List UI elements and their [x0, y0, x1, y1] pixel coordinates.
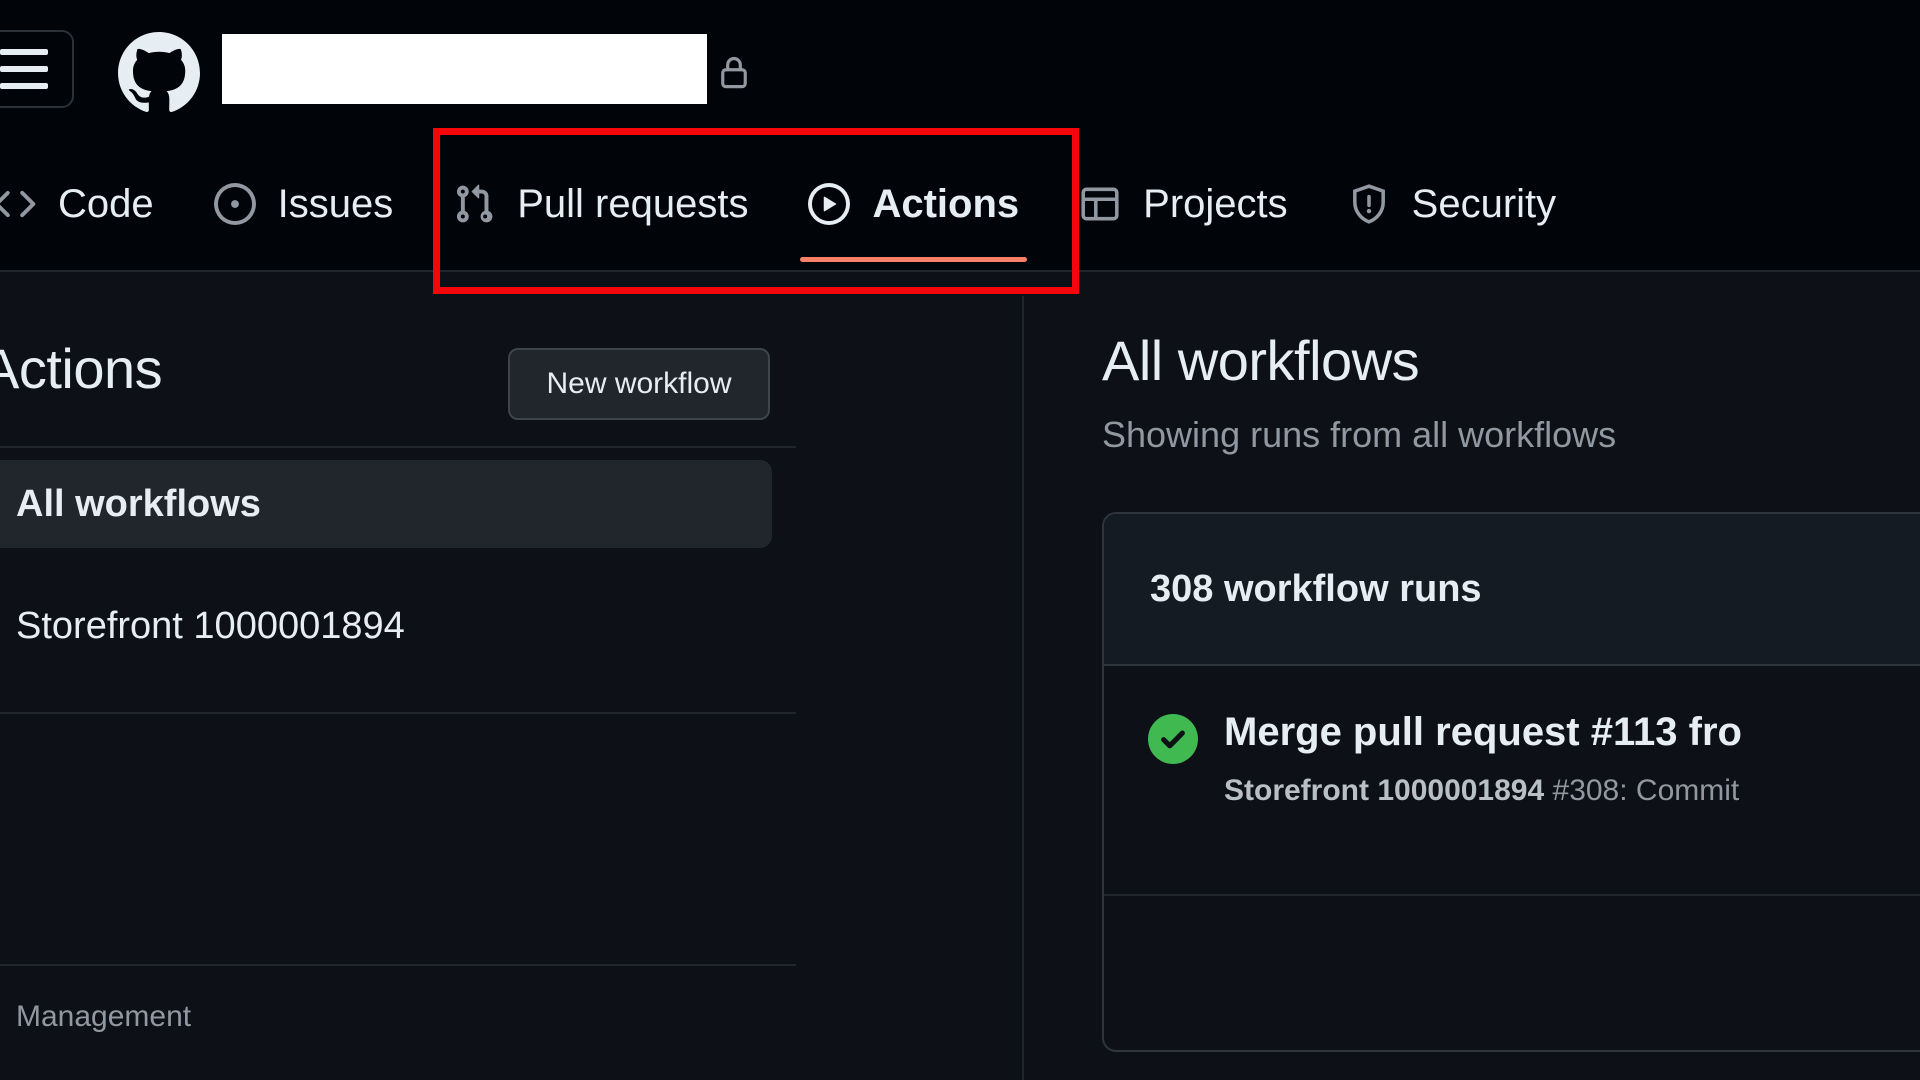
workflow-runs-panel: 308 workflow runs Merge pull request #11…: [1102, 512, 1920, 1052]
page-subtitle: Showing runs from all workflows: [1102, 414, 1617, 455]
workflow-run-body: Merge pull request #113 fro Storefront 1…: [1224, 708, 1742, 808]
tab-underline: [445, 257, 756, 262]
page-title: All workflows: [1102, 329, 1420, 392]
tab-underline: [206, 257, 402, 262]
shield-alert-icon: [1348, 183, 1390, 225]
sidebar-divider: [0, 446, 796, 448]
main-content: All workflows Showing runs from all work…: [1024, 296, 1920, 1080]
tab-underline: [8, 257, 162, 262]
github-actions-page: Code Issues Pull requests Actions Projec…: [0, 0, 1920, 1080]
tab-underline: [800, 257, 1028, 262]
sidebar-title: Actions: [0, 337, 163, 400]
sidebar-divider: [0, 712, 796, 714]
workflow-run-meta: Storefront 1000001894 #308: Commit: [1224, 774, 1742, 808]
github-logo-icon[interactable]: [118, 32, 200, 114]
sidebar-item-all-workflows[interactable]: All workflows: [0, 460, 772, 548]
tab-security[interactable]: Security: [1318, 136, 1587, 270]
tab-label: Pull requests: [517, 182, 749, 226]
hamburger-bar: [0, 66, 48, 72]
sidebar-item-label: Storefront 1000001894: [16, 604, 405, 647]
repository-nav-list: Code Issues Pull requests Actions Projec…: [0, 136, 1587, 270]
lock-icon: [716, 50, 752, 94]
tab-label: Issues: [277, 182, 394, 226]
play-circle-icon: [808, 183, 851, 225]
workflow-run-meta-workflow: Storefront 1000001894: [1224, 774, 1545, 807]
sidebar-item-label: All workflows: [16, 482, 261, 525]
tab-code[interactable]: Code: [0, 136, 184, 270]
sidebar-divider: [0, 964, 796, 966]
global-header: [0, 0, 1920, 136]
workflow-run-meta-rest: #308: Commit: [1544, 774, 1740, 807]
actions-sidebar: Actions New workflow All workflows Store…: [0, 296, 1022, 1080]
tab-actions[interactable]: Actions: [778, 136, 1049, 270]
issue-opened-icon: [213, 183, 256, 225]
workflow-run-divider: [1104, 894, 1920, 896]
tab-pull-requests[interactable]: Pull requests: [423, 136, 778, 270]
workflow-run-title: Merge pull request #113 fro: [1224, 710, 1742, 754]
workflow-run-row[interactable]: Merge pull request #113 fro Storefront 1…: [1104, 666, 1920, 896]
code-icon: [0, 183, 36, 225]
tab-underline: [1071, 257, 1296, 262]
workflow-runs-count: 308 workflow runs: [1150, 567, 1482, 610]
check-circle-icon: [1148, 714, 1198, 764]
tab-projects[interactable]: Projects: [1049, 136, 1318, 270]
git-pull-request-icon: [453, 183, 495, 225]
repo-name-redacted: [222, 34, 707, 104]
tab-label: Projects: [1143, 182, 1288, 226]
hamburger-bar: [0, 83, 48, 89]
tab-label: Code: [58, 182, 154, 226]
workflow-runs-header: 308 workflow runs: [1104, 514, 1920, 666]
repository-nav: Code Issues Pull requests Actions Projec…: [0, 136, 1920, 272]
tab-label: Actions: [872, 182, 1020, 226]
sidebar-header: Actions New workflow: [0, 324, 1022, 434]
sidebar-section-management: Management: [16, 1000, 192, 1033]
hamburger-menu-icon[interactable]: [0, 30, 74, 108]
hamburger-bar: [0, 49, 48, 55]
table-icon: [1079, 183, 1121, 225]
tab-label: Security: [1411, 182, 1557, 226]
tab-issues[interactable]: Issues: [184, 136, 424, 270]
sidebar-item-storefront[interactable]: Storefront 1000001894: [0, 586, 772, 666]
new-workflow-button[interactable]: New workflow: [508, 348, 770, 420]
tab-underline: [1340, 257, 1565, 262]
